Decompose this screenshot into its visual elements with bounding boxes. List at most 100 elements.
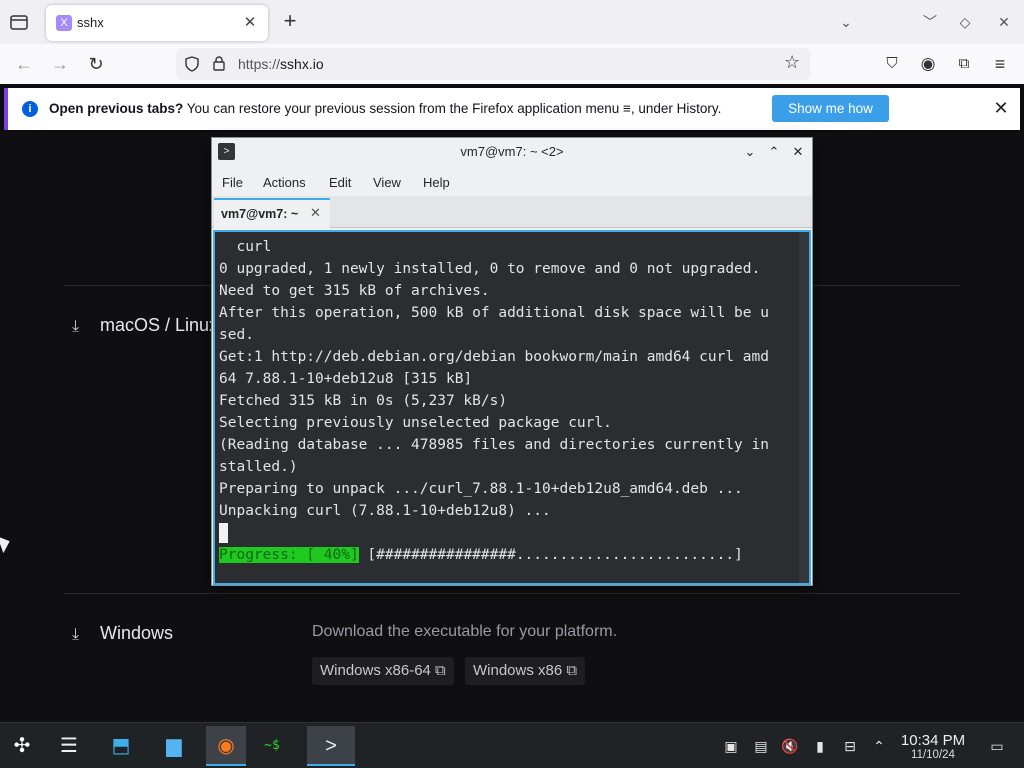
windows-description: Download the executable for your platfor… xyxy=(312,623,618,640)
clipboard-icon[interactable]: ▣ xyxy=(721,736,741,756)
menu-actions[interactable]: Actions xyxy=(263,175,306,190)
url-host: sshx.io xyxy=(280,56,324,72)
lock-icon[interactable] xyxy=(212,55,226,72)
taskbar: ✣ ☰ ⬒ ▆ ◉ ~$ > ▣ ▤ 🔇 ▮ ⊟ ⌃ 10:34 PM 11/1… xyxy=(0,722,1024,768)
terminal-line: Get:1 http://deb.debian.org/debian bookw… xyxy=(219,349,769,365)
url-bar[interactable]: https://sshx.io ☆ xyxy=(176,48,810,80)
sshx-favicon-icon: X xyxy=(56,15,72,31)
konsole-task-icon[interactable]: > xyxy=(307,726,355,766)
browser-tab-bar: X sshx ✕ + ⌄ ﹀ ◇ ✕ xyxy=(0,0,1024,44)
clock-date[interactable]: 11/10/24 xyxy=(897,749,969,761)
reload-icon[interactable]: ↻ xyxy=(84,52,108,76)
terminal-glyph: ~$ xyxy=(264,738,280,753)
terminal-line: curl xyxy=(219,239,272,255)
konsole-glyph: > xyxy=(325,735,337,757)
macos-linux-heading-text: macOS / Linux xyxy=(100,315,219,335)
macos-linux-heading: ⤓ macOS / Linux xyxy=(72,315,218,336)
battery-icon[interactable]: ▮ xyxy=(810,736,830,756)
terminal-cursor xyxy=(219,523,228,543)
tab-close-icon[interactable]: ✕ xyxy=(240,13,260,33)
store-glyph: ⬒ xyxy=(111,735,131,757)
maximize-icon[interactable]: ⌃ xyxy=(764,142,784,162)
terminal-line: Unpacking curl (7.88.1-10+deb12u8) ... xyxy=(219,503,551,519)
chevron-down-icon[interactable]: ⌄ xyxy=(836,12,856,32)
terminal-scrollbar[interactable] xyxy=(799,232,809,583)
volume-muted-icon[interactable]: 🔇 xyxy=(780,736,800,756)
terminal-line: stalled.) xyxy=(219,459,298,475)
terminal-line: Selecting previously unselected package … xyxy=(219,415,612,431)
terminal-line: Need to get 315 kB of archives. xyxy=(219,283,490,299)
terminal-line: sed. xyxy=(219,327,254,343)
account-icon[interactable]: ◉ xyxy=(916,52,940,76)
forward-icon[interactable]: → xyxy=(48,52,72,76)
terminal-line: 0 upgraded, 1 newly installed, 0 to remo… xyxy=(219,261,761,277)
terminal-line: Preparing to unpack .../curl_7.88.1-10+d… xyxy=(219,481,743,497)
infobar-close-icon[interactable]: ✕ xyxy=(990,97,1012,119)
notes-icon[interactable]: ▤ xyxy=(751,736,771,756)
show-me-how-button[interactable]: Show me how xyxy=(772,95,889,122)
terminal-line: 64 7.88.1-10+deb12u8 [315 kB] xyxy=(219,371,473,387)
menu-edit[interactable]: Edit xyxy=(329,175,351,190)
file-manager-icon[interactable]: ▆ xyxy=(154,726,194,766)
konsole-tab-label: vm7@vm7: ~ xyxy=(221,207,299,221)
tab-close-icon[interactable]: ✕ xyxy=(310,205,321,221)
info-icon: i xyxy=(22,101,38,117)
konsole-window: > vm7@vm7: ~ <2> ⌄ ⌃ ✕ File Actions Edit… xyxy=(211,137,813,586)
progress-line: Progress: [ 40%] [################......… xyxy=(219,544,799,566)
menu-file[interactable]: File xyxy=(222,175,243,190)
discover-store-icon[interactable]: ⬒ xyxy=(101,726,141,766)
close-icon[interactable]: ✕ xyxy=(788,142,808,162)
minimize-icon[interactable]: ﹀ xyxy=(920,12,940,32)
network-icon[interactable]: ⊟ xyxy=(840,736,860,756)
menu-view[interactable]: View xyxy=(373,175,401,190)
show-desktop-icon[interactable]: ▭ xyxy=(987,736,1007,756)
terminal-line: Fetched 315 kB in 0s (5,237 kB/s) xyxy=(219,393,508,409)
konsole-tab-bar: vm7@vm7: ~ ✕ xyxy=(212,196,812,228)
konsole-title-bar[interactable]: > vm7@vm7: ~ <2> ⌄ ⌃ ✕ xyxy=(212,138,812,166)
konsole-tab[interactable]: vm7@vm7: ~ ✕ xyxy=(214,198,330,228)
url-prefix: https:// xyxy=(238,56,281,72)
firefox-glyph: ◉ xyxy=(217,735,235,757)
browser-nav-bar: ← → ↻ https://sshx.io ☆ ⛉ ◉ ⧉ ≡ xyxy=(0,44,1024,84)
url-text[interactable]: https://sshx.io xyxy=(238,56,324,72)
maximize-icon[interactable]: ◇ xyxy=(955,12,975,32)
bookmark-star-icon[interactable]: ☆ xyxy=(784,52,800,73)
windows-x86-link[interactable]: Windows x86 ⧉ xyxy=(465,657,586,685)
terminal-line: (Reading database ... 478985 files and d… xyxy=(219,437,769,453)
konsole-menu-bar: File Actions Edit View Help xyxy=(212,168,812,196)
window-close-icon[interactable]: ✕ xyxy=(994,12,1014,32)
infobar-message: Open previous tabs? You can restore your… xyxy=(49,101,721,116)
download-icon: ⤓ xyxy=(72,626,80,643)
konsole-title: vm7@vm7: ~ <2> xyxy=(460,144,564,159)
folder-glyph: ▆ xyxy=(166,735,182,757)
minimize-icon[interactable]: ⌄ xyxy=(740,142,760,162)
progress-label: Progress: [ 40%] xyxy=(219,547,359,563)
menu-help[interactable]: Help xyxy=(423,175,450,190)
new-tab-button[interactable]: + xyxy=(278,10,302,34)
terminal-output[interactable]: curl 0 upgraded, 1 newly installed, 0 to … xyxy=(213,230,811,585)
shield-icon[interactable] xyxy=(184,56,200,72)
terminal-line: After this operation, 500 kB of addition… xyxy=(219,305,769,321)
extensions-icon[interactable]: ⧉ xyxy=(952,52,976,76)
firefox-icon[interactable]: ◉ xyxy=(206,726,246,766)
settings-glyph: ☰ xyxy=(60,735,78,757)
tray-expand-icon[interactable]: ⌃ xyxy=(869,736,889,756)
infobar-text: You can restore your previous session fr… xyxy=(183,101,722,116)
back-icon[interactable]: ← xyxy=(12,52,36,76)
terminal-app-icon[interactable]: ~$ xyxy=(252,726,292,766)
browser-tab[interactable]: X sshx ✕ xyxy=(46,5,268,41)
progress-bar: [################.......................… xyxy=(358,547,743,563)
app-menu-icon[interactable]: ≡ xyxy=(988,52,1012,76)
download-icon: ⤓ xyxy=(72,318,80,335)
system-settings-icon[interactable]: ☰ xyxy=(49,726,89,766)
tab-list-icon[interactable] xyxy=(8,11,30,33)
launcher-glyph: ✣ xyxy=(13,735,31,757)
clock-time[interactable]: 10:34 PM xyxy=(897,732,969,749)
windows-x86-64-link[interactable]: Windows x86-64 ⧉ xyxy=(312,657,454,685)
infobar-bold-text: Open previous tabs? xyxy=(49,101,184,116)
restore-session-infobar: i Open previous tabs? You can restore yo… xyxy=(4,88,1020,130)
cursor-line xyxy=(219,522,799,544)
divider xyxy=(64,593,960,594)
pocket-icon[interactable]: ⛉ xyxy=(880,52,904,76)
app-launcher-icon[interactable]: ✣ xyxy=(2,726,42,766)
